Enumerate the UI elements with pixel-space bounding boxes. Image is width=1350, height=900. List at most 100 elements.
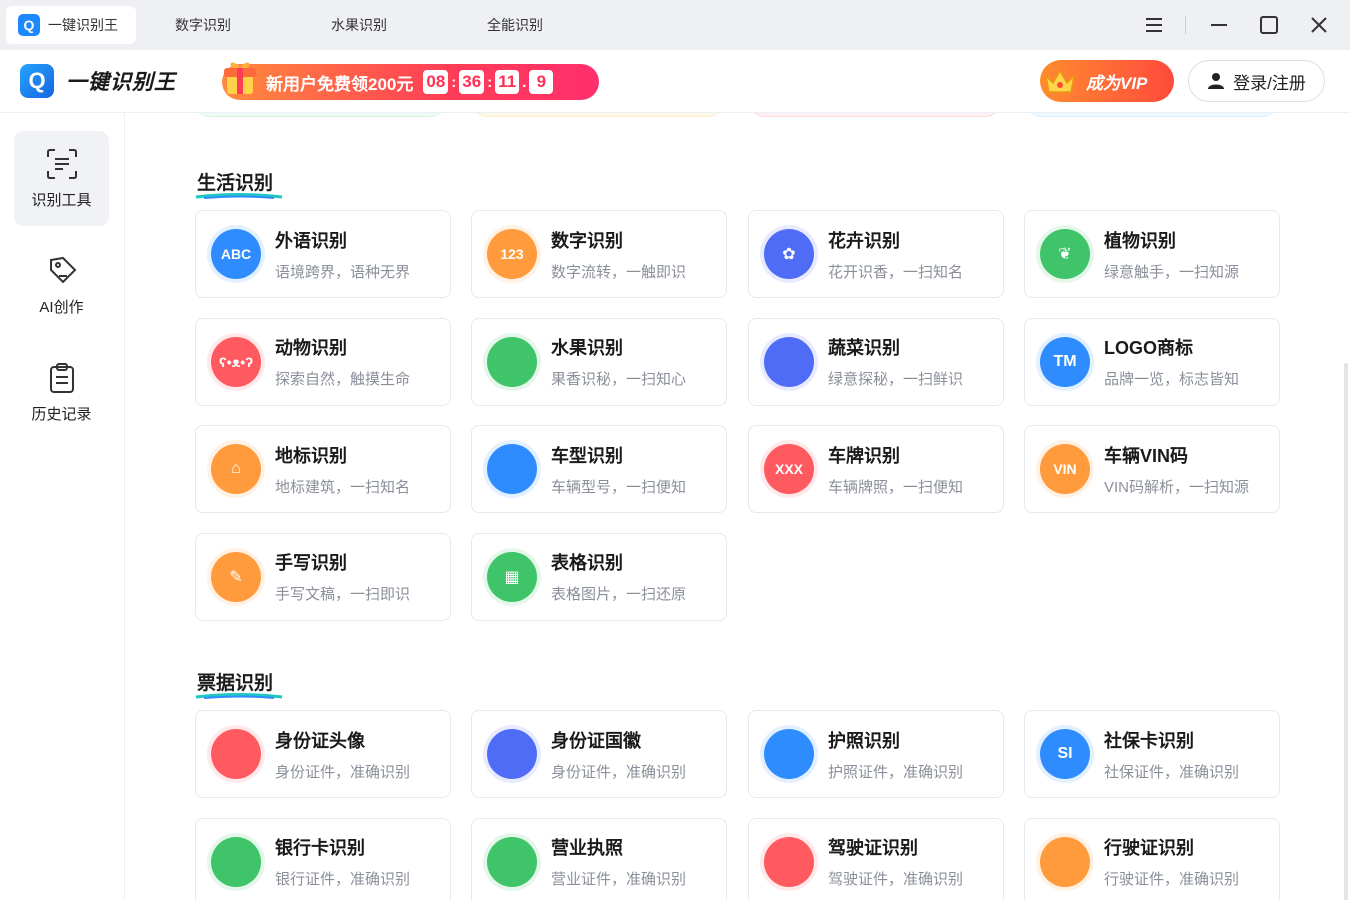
countdown-separator: : xyxy=(451,73,457,91)
card-description: 表格图片，一扫还原 xyxy=(551,586,687,603)
recognition-card[interactable]: XXX 车牌识别 车辆牌照，一扫便知 xyxy=(748,425,1004,513)
menu-icon[interactable] xyxy=(1139,10,1169,40)
card-description: 探索自然，触摸生命 xyxy=(275,371,411,388)
window-tab-bar: Q 一键识别王 数字识别 水果识别 全能识别 xyxy=(0,0,1350,50)
recognition-card[interactable]: ▦ 表格识别 表格图片，一扫还原 xyxy=(471,532,727,621)
tab-all-recognition[interactable]: 全能识别 xyxy=(487,6,543,44)
card-text: 花卉识别 花开识香，一扫知名 xyxy=(828,227,963,282)
bear-icon: ʕ•ᴥ•ʔ xyxy=(211,336,261,387)
card-title: 营业执照 xyxy=(551,838,623,858)
featured-card-green[interactable] xyxy=(195,113,445,117)
pen-tag-icon xyxy=(49,256,76,284)
countdown-timer: 08 : 36 : 11 . 9 xyxy=(423,70,554,94)
recognition-card[interactable]: 车型识别 车辆型号，一扫便知 xyxy=(471,425,727,513)
tab-home[interactable]: Q 一键识别王 xyxy=(6,6,136,44)
card-description: 果香识秘，一扫知心 xyxy=(551,371,687,388)
recognition-card[interactable]: ❦ 植物识别 绿意触手，一扫知源 xyxy=(1024,210,1280,298)
user-icon xyxy=(1208,73,1225,89)
card-description: 地标建筑，一扫知名 xyxy=(275,478,411,496)
tab-number-recognition[interactable]: 数字识别 xyxy=(175,6,231,44)
become-vip-button[interactable]: 成为VIP xyxy=(1040,60,1174,102)
card-text: 植物识别 绿意触手，一扫知源 xyxy=(1104,227,1239,282)
main-content: 生活识别 ABC 外语识别 语境跨界，语种无界 123 数字识别 数字流转，一触即识 ✿ 花卉… xyxy=(125,113,1350,900)
card-description: 花开识香，一扫知名 xyxy=(828,263,964,281)
leaf-icon: ❦ xyxy=(1040,229,1090,279)
card-title: 社保卡识别 xyxy=(1104,730,1194,751)
sidebar-item-history[interactable]: 历史记录 xyxy=(14,345,109,440)
sidebar-item-label: 识别工具 xyxy=(31,192,92,209)
card-text: 蔬菜识别 绿意探秘，一扫鲜识 xyxy=(828,334,963,389)
card-title: 动物识别 xyxy=(275,338,347,358)
card-description: 驾驶证件，准确识别 xyxy=(828,871,964,888)
title-underline xyxy=(195,693,283,699)
scrollbar[interactable] xyxy=(1344,363,1348,900)
building-icon: ⌂ xyxy=(211,444,261,494)
recognition-card[interactable]: 身份证国徽 身份证件，准确识别 xyxy=(471,710,727,798)
app-header: Q 一键识别王 新用户免费领200元 08 : 36 : 11 . 9 成为VI… xyxy=(0,50,1350,113)
number-icon: 123 xyxy=(487,229,537,279)
new-user-promo-banner[interactable]: 新用户免费领200元 08 : 36 : 11 . 9 xyxy=(222,62,599,100)
card-title: 数字识别 xyxy=(551,230,623,251)
recognition-card[interactable]: 营业执照 营业证件，准确识别 xyxy=(471,817,727,900)
recognition-card[interactable]: VIN 车辆VIN码 VIN码解析，一扫知源 xyxy=(1024,425,1280,513)
minimize-icon[interactable] xyxy=(1204,10,1234,40)
recognition-card[interactable]: 护照识别 护照证件，准确识别 xyxy=(748,710,1004,798)
recognition-card[interactable]: 123 数字识别 数字流转，一触即识 xyxy=(471,210,727,298)
card-title: 银行卡识别 xyxy=(275,838,365,858)
featured-cards-partial xyxy=(195,113,1285,117)
card-text: 身份证国徽 身份证件，准确识别 xyxy=(551,727,686,782)
recognition-card[interactable]: 银行卡识别银行证件，准确识别 xyxy=(195,817,451,900)
countdown-separator: : xyxy=(487,73,493,91)
card-title: 身份证头像 xyxy=(275,730,365,751)
recognition-card[interactable]: 驾驶证识别驾驶证件，准确识别 xyxy=(748,817,1004,900)
brand: Q 一键识别王 xyxy=(20,64,176,98)
card-title: LOGO商标 xyxy=(1104,338,1193,358)
login-label: 登录/注册 xyxy=(1233,73,1306,93)
card-text: 外语识别 语境跨界，语种无界 xyxy=(275,227,410,282)
card-title: 表格识别 xyxy=(551,553,623,573)
featured-card-blue[interactable] xyxy=(1027,113,1277,117)
card-text: 车型识别 车辆型号，一扫便知 xyxy=(551,442,686,497)
recognition-card[interactable]: TM LOGO商标 品牌一览，标志皆知 xyxy=(1024,317,1280,406)
social-card-icon: SI xyxy=(1040,729,1090,779)
section-title-text: 生活识别 xyxy=(197,173,274,194)
recognition-card[interactable]: 行驶证识别 行驶证件，准确识别 xyxy=(1024,817,1280,900)
card-text: 行驶证识别 行驶证件，准确识别 xyxy=(1104,834,1239,889)
recognition-card[interactable]: ⌂ 地标识别 地标建筑，一扫知名 xyxy=(195,425,451,513)
card-text: 营业执照 营业证件，准确识别 xyxy=(551,834,686,889)
recognition-card[interactable]: ʕ•ᴥ•ʔ 动物识别探索自然，触摸生命 xyxy=(195,317,451,406)
recognition-card[interactable]: 蔬菜识别 绿意探秘，一扫鲜识 xyxy=(748,317,1004,406)
card-description: 车辆牌照，一扫便知 xyxy=(828,478,964,496)
card-description: 银行证件，准确识别 xyxy=(275,871,411,888)
brand-name: 一键识别王 xyxy=(66,71,176,94)
card-title: 手写识别 xyxy=(275,553,347,573)
recognition-card[interactable]: 水果识别 果香识秘，一扫知心 xyxy=(471,317,727,406)
driver-license-icon xyxy=(764,836,814,887)
recognition-card[interactable]: SI 社保卡识别 社保证件，准确识别 xyxy=(1024,710,1280,798)
card-text: 数字识别 数字流转，一触即识 xyxy=(551,227,686,282)
recognition-card[interactable]: ✎ 手写识别 手写文稿，一扫即识 xyxy=(195,532,451,621)
recognition-card[interactable]: ✿ 花卉识别 花开识香，一扫知名 xyxy=(748,210,1004,298)
license-icon xyxy=(487,836,537,887)
login-register-button[interactable]: 登录/注册 xyxy=(1188,60,1325,102)
tab-fruit-recognition[interactable]: 水果识别 xyxy=(331,6,387,44)
featured-card-red[interactable] xyxy=(750,113,1000,117)
card-text: 地标识别 地标建筑，一扫知名 xyxy=(275,442,410,497)
sidebar-item-ai-creation[interactable]: AI创作 xyxy=(14,238,109,333)
card-text: 动物识别探索自然，触摸生命 xyxy=(275,334,410,389)
card-description: 身份证件，准确识别 xyxy=(551,763,687,781)
recognition-card[interactable]: 身份证头像 身份证件，准确识别 xyxy=(195,710,451,798)
card-text: 社保卡识别 社保证件，准确识别 xyxy=(1104,727,1239,782)
countdown-tenths: 9 xyxy=(529,70,554,94)
card-text: 车辆VIN码 VIN码解析，一扫知源 xyxy=(1104,442,1249,497)
sidebar-item-recognition-tools[interactable]: 识别工具 xyxy=(14,131,109,226)
card-title: 驾驶证识别 xyxy=(828,838,918,858)
featured-card-orange[interactable] xyxy=(473,113,723,117)
brand-logo-icon: Q xyxy=(20,64,54,98)
id-card-front-icon xyxy=(211,729,261,779)
recognition-card[interactable]: ABC 外语识别 语境跨界，语种无界 xyxy=(195,210,451,298)
maximize-icon[interactable] xyxy=(1254,10,1284,40)
card-title: 外语识别 xyxy=(275,230,347,251)
passport-icon xyxy=(764,729,814,779)
close-icon[interactable] xyxy=(1304,10,1334,40)
